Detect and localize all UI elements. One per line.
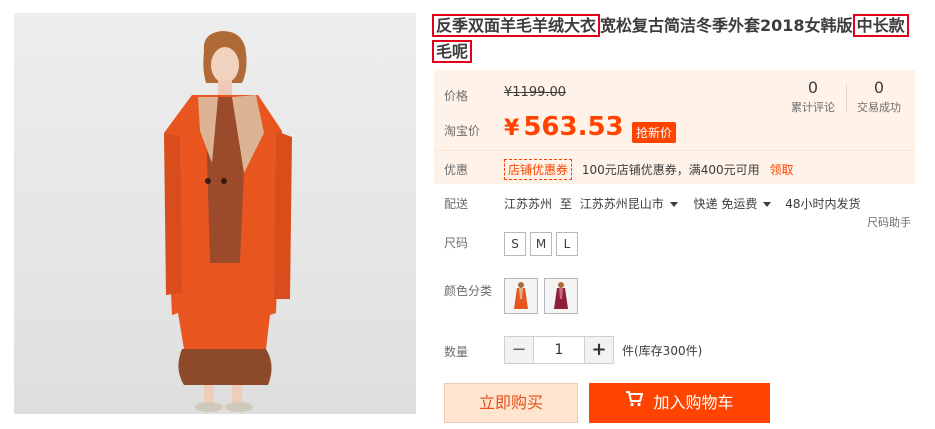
original-price: ¥1199.00: [504, 85, 567, 100]
product-main-image: [14, 13, 416, 414]
taobao-price-label: 淘宝价: [444, 124, 481, 138]
quantity-row: 数量 − + 件(库存300件): [434, 336, 915, 366]
ship-to-selector[interactable]: 江苏苏州昆山市: [580, 197, 678, 211]
quantity-increase-button[interactable]: +: [585, 337, 613, 363]
cart-icon: [625, 382, 644, 422]
reviews-label: 累计评论: [791, 101, 835, 114]
size-row: 尺码 SML: [434, 232, 915, 262]
coupon-tag: 店铺优惠券: [504, 159, 573, 180]
new-price-badge: 抢新价: [632, 122, 677, 143]
shipping-method-selector[interactable]: 快递 免运费: [694, 197, 772, 211]
title-highlight-1: 反季双面羊毛羊绒大衣: [432, 14, 601, 37]
add-to-cart-button[interactable]: 加入购物车: [589, 383, 770, 423]
quantity-label: 数量: [444, 345, 469, 359]
claim-coupon-link[interactable]: 领取: [769, 163, 793, 177]
deals-stat[interactable]: 0 交易成功: [844, 78, 914, 115]
size-option-s[interactable]: S: [504, 232, 526, 256]
color-options: [504, 278, 584, 316]
title-text: 宽松复古简洁冬季外套2018女韩版: [600, 16, 853, 35]
deals-label: 交易成功: [857, 101, 901, 114]
deals-count: 0: [873, 78, 885, 97]
shipping-content: 江苏苏州 至 江苏苏州昆山市 快递 免运费 48小时内发货: [504, 195, 860, 212]
size-helper-link[interactable]: 尺码助手: [867, 214, 911, 230]
promo-row: 优惠 店铺优惠券 100元店铺优惠券，满400元可用 领取: [434, 150, 915, 184]
promo-content: 店铺优惠券 100元店铺优惠券，满400元可用 领取: [504, 159, 794, 180]
color-option-burgundy[interactable]: [544, 278, 578, 314]
ship-from: 江苏苏州: [504, 197, 553, 211]
add-to-cart-label: 加入购物车: [653, 393, 734, 412]
color-row: 颜色分类: [434, 278, 915, 318]
chevron-down-icon: [763, 202, 772, 207]
title-highlight-2: 中长款: [852, 14, 909, 37]
color-option-orange[interactable]: [504, 278, 538, 314]
buy-now-button[interactable]: 立即购买: [444, 383, 578, 423]
promo-label: 优惠: [444, 163, 469, 177]
quantity-decrease-button[interactable]: −: [505, 337, 533, 363]
ship-to-value: 江苏苏州昆山市: [579, 197, 664, 211]
chevron-down-icon: [669, 202, 678, 207]
current-price: ¥563.53: [504, 112, 624, 142]
size-label: 尺码: [444, 236, 469, 250]
currency-symbol: ¥: [504, 116, 520, 141]
quantity-stepper: − +: [504, 336, 614, 364]
quantity-input[interactable]: [533, 337, 585, 363]
size-option-l[interactable]: L: [556, 232, 578, 256]
stock-text: 件(库存300件): [622, 343, 703, 358]
promo-text: 100元店铺优惠券，满400元可用: [581, 163, 760, 177]
product-title: 反季双面羊毛羊绒大衣 宽松复古简洁冬季外套2018女韩版 中长款毛呢: [432, 13, 922, 65]
shipping-row: 配送 江苏苏州 至 江苏苏州昆山市 快递 免运费 48小时内发货 尺码助手: [434, 192, 915, 229]
ship-to-word: 至: [559, 197, 572, 211]
price-panel: 价格 ¥1199.00 淘宝价 ¥563.53 抢新价 0 累计评论 0 交易成…: [434, 70, 915, 150]
quantity-control: − + 件(库存300件): [504, 336, 702, 364]
color-label: 颜色分类: [444, 284, 493, 298]
price-label: 价格: [444, 89, 469, 103]
size-option-m[interactable]: M: [530, 232, 552, 256]
reviews-stat[interactable]: 0 累计评论: [778, 78, 848, 115]
shipping-label: 配送: [444, 197, 469, 211]
ship-time: 48小时内发货: [785, 197, 861, 211]
shipping-method-value: 快递 免运费: [693, 197, 758, 211]
current-price-value: 563.53: [523, 112, 624, 142]
title-highlight-3: 毛呢: [432, 40, 473, 63]
size-options: SML: [504, 232, 582, 256]
reviews-count: 0: [807, 78, 819, 97]
